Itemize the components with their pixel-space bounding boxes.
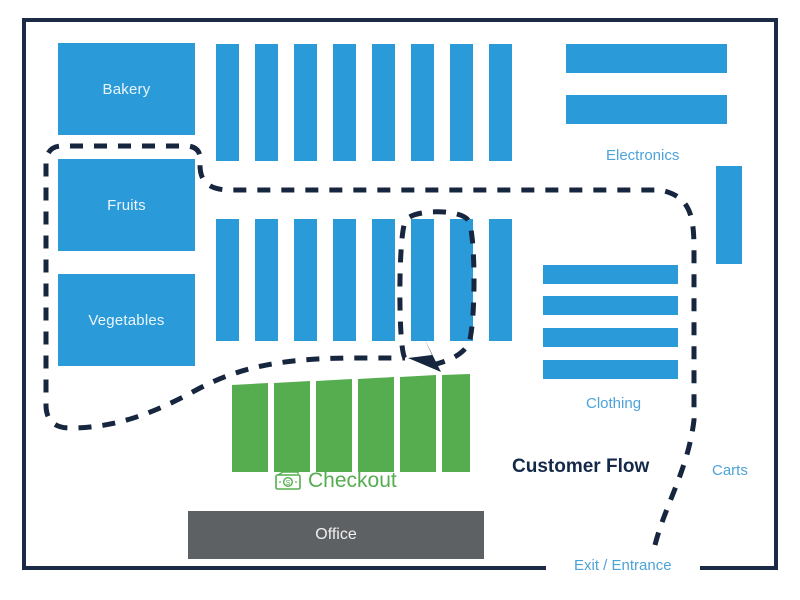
electronics-shelf-2[interactable] xyxy=(566,95,727,124)
wall-top xyxy=(22,18,778,22)
wall-left xyxy=(22,18,26,570)
aisle-shelf-top-5[interactable] xyxy=(372,44,395,161)
aisle-shelf-top-1[interactable] xyxy=(216,44,239,161)
checkout-lane-3 xyxy=(316,379,352,472)
customer-flow-title: Customer Flow xyxy=(512,456,650,477)
clothing-label: Clothing xyxy=(586,395,642,412)
checkout-label: Checkout xyxy=(308,469,397,492)
checkout-lane-6 xyxy=(442,374,470,472)
clothing-shelf-2[interactable] xyxy=(543,296,678,315)
office-label: Office xyxy=(315,526,357,543)
store-layout-diagram: Bakery Fruits Vegetables Electronics Car… xyxy=(0,0,800,600)
aisle-shelf-bottom-4[interactable] xyxy=(333,219,356,341)
flow-direction-arrow xyxy=(408,338,441,372)
exit-entrance-label: Exit / Entrance xyxy=(574,557,672,574)
aisle-shelf-bottom-1[interactable] xyxy=(216,219,239,341)
aisle-shelf-bottom-2[interactable] xyxy=(255,219,278,341)
wall-bottom-right-segment xyxy=(700,566,778,570)
wall-bottom-left-segment xyxy=(22,566,546,570)
department-fruits[interactable]: Fruits xyxy=(58,159,195,251)
department-bakery[interactable]: Bakery xyxy=(58,43,195,135)
department-vegetables-label: Vegetables xyxy=(88,311,165,329)
aisle-shelf-top-4[interactable] xyxy=(333,44,356,161)
aisle-shelf-top-6[interactable] xyxy=(411,44,434,161)
aisle-shelf-bottom-6[interactable] xyxy=(411,219,434,341)
aisle-shelf-bottom-5[interactable] xyxy=(372,219,395,341)
electronics-shelf-1[interactable] xyxy=(566,44,727,73)
checkout-lane-5 xyxy=(400,375,436,472)
clothing-shelf-3[interactable] xyxy=(543,328,678,347)
svg-text:S: S xyxy=(286,478,291,487)
department-fruits-label: Fruits xyxy=(107,196,146,214)
wall-right xyxy=(774,18,778,570)
banknote-icon: S xyxy=(275,471,301,490)
checkout-lane-2 xyxy=(274,381,310,472)
aisle-shelf-top-8[interactable] xyxy=(489,44,512,161)
aisle-shelf-bottom-3[interactable] xyxy=(294,219,317,341)
department-vegetables[interactable]: Vegetables xyxy=(58,274,195,366)
aisle-shelf-top-2[interactable] xyxy=(255,44,278,161)
aisle-shelf-bottom-7[interactable] xyxy=(450,219,473,341)
clothing-shelf-4[interactable] xyxy=(543,360,678,379)
checkout-label-group: S Checkout xyxy=(274,469,397,493)
clothing-shelf-1[interactable] xyxy=(543,265,678,284)
checkout-lane-4 xyxy=(358,377,394,472)
aisle-shelf-top-3[interactable] xyxy=(294,44,317,161)
aisle-shelf-top-7[interactable] xyxy=(450,44,473,161)
office-block[interactable]: Office xyxy=(188,511,484,559)
aisle-shelf-bottom-8[interactable] xyxy=(489,219,512,341)
carts-label: Carts xyxy=(712,462,748,479)
electronics-label: Electronics xyxy=(606,147,680,164)
checkout-lane-1 xyxy=(232,383,268,472)
cart-bay-1[interactable] xyxy=(716,166,742,264)
department-bakery-label: Bakery xyxy=(102,80,151,98)
